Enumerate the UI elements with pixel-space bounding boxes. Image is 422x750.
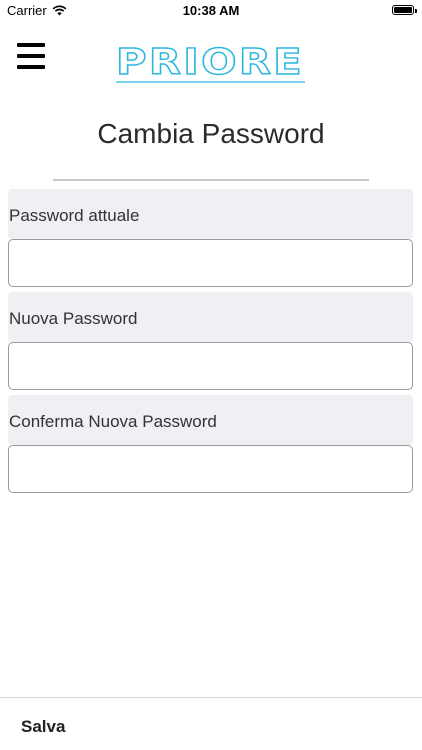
- logo-graphic: PRIORE: [115, 41, 305, 84]
- logo-text: PRIORE: [116, 42, 304, 83]
- current-password-input[interactable]: [8, 239, 413, 287]
- page-title: Cambia Password: [97, 118, 325, 149]
- current-password-label-box: Password attuale: [8, 189, 413, 239]
- bottom-divider: [0, 697, 422, 698]
- confirm-password-label-box: Conferma Nuova Password: [8, 395, 413, 445]
- new-password-label: Nuova Password: [9, 309, 138, 328]
- hamburger-menu-button[interactable]: [17, 43, 45, 69]
- new-password-input[interactable]: [8, 342, 413, 390]
- status-time: 10:38 AM: [182, 3, 240, 18]
- status-bar: Carrier 10:38 AM: [0, 0, 422, 22]
- current-password-label: Password attuale: [9, 206, 140, 225]
- save-button[interactable]: Salva: [21, 717, 65, 737]
- menu-bar: [17, 54, 45, 58]
- battery-icon: [392, 5, 417, 15]
- menu-bar: [17, 43, 45, 47]
- confirm-password-input[interactable]: [8, 445, 413, 493]
- battery-fill: [394, 7, 412, 13]
- priore-logo: PRIORE: [114, 36, 307, 86]
- battery-tip: [415, 9, 417, 13]
- menu-bar: [17, 65, 45, 69]
- title-divider: [53, 179, 369, 181]
- confirm-password-label: Conferma Nuova Password: [9, 412, 217, 431]
- new-password-label-box: Nuova Password: [8, 292, 413, 342]
